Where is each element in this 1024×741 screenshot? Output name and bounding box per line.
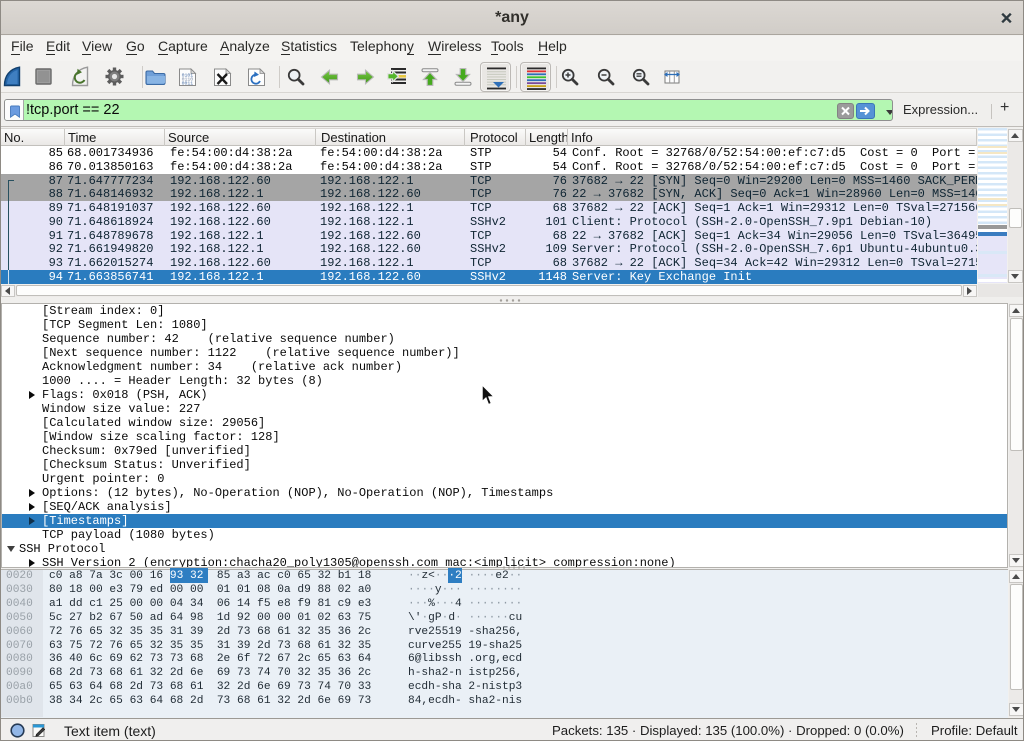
svg-text:0011: 0011 (182, 81, 194, 87)
